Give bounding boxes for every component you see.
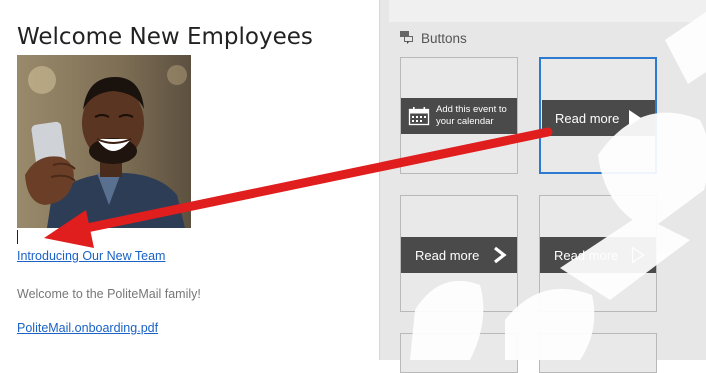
play-outline-icon bbox=[631, 246, 645, 264]
chevron-right-icon bbox=[493, 246, 507, 264]
buttons-panel-title: Buttons bbox=[421, 31, 467, 46]
button-tile-read-more-play[interactable]: Read more bbox=[539, 57, 657, 174]
email-editor: Welcome New Employees Introducing Our Ne… bbox=[0, 0, 380, 360]
buttons-icon bbox=[400, 30, 414, 47]
calendar-button-bar: Add this event to your calendar bbox=[401, 98, 517, 134]
link-onboarding-pdf[interactable]: PoliteMail.onboarding.pdf bbox=[17, 321, 158, 335]
link-introducing-team[interactable]: Introducing Our New Team bbox=[17, 249, 165, 263]
read-more-chevron-bar: Read more bbox=[401, 237, 517, 273]
buttons-panel: Buttons Add this event to your calendar … bbox=[380, 0, 706, 373]
button-tile-read-more-chevron[interactable]: Read more bbox=[400, 195, 518, 312]
calendar-icon bbox=[408, 106, 430, 126]
buttons-panel-header[interactable]: Buttons bbox=[400, 30, 467, 47]
panel-top-strip bbox=[389, 0, 706, 22]
read-more-chevron-label: Read more bbox=[415, 247, 480, 263]
button-tile-read-more-outline[interactable]: Read more bbox=[539, 195, 657, 312]
email-title: Welcome New Employees bbox=[17, 24, 313, 50]
read-more-outline-label: Read more bbox=[554, 247, 619, 263]
button-tile-partial-right[interactable] bbox=[539, 333, 657, 373]
hero-image[interactable] bbox=[17, 55, 191, 228]
button-tile-partial-left[interactable] bbox=[400, 333, 518, 373]
read-more-play-bar: Read more bbox=[542, 100, 655, 136]
play-triangle-icon bbox=[628, 109, 642, 127]
text-cursor bbox=[17, 230, 18, 244]
read-more-play-label: Read more bbox=[555, 110, 620, 126]
welcome-text: Welcome to the PoliteMail family! bbox=[17, 287, 201, 301]
button-tile-add-to-calendar[interactable]: Add this event to your calendar bbox=[400, 57, 518, 174]
calendar-button-label: Add this event to your calendar bbox=[436, 104, 507, 127]
read-more-outline-bar: Read more bbox=[540, 237, 656, 273]
